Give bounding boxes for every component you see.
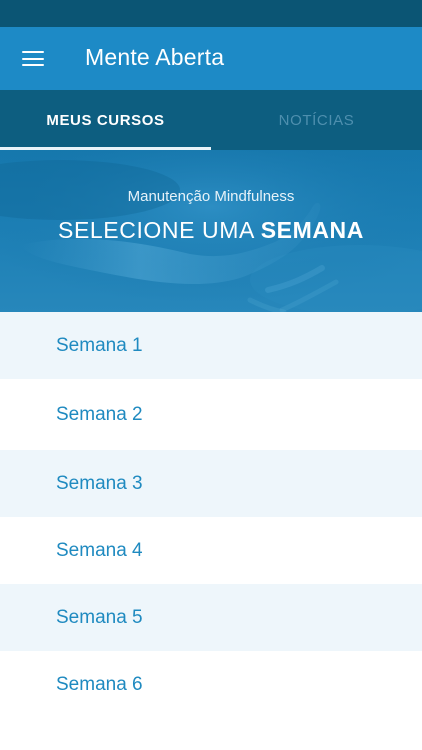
list-item-week-6[interactable]: Semana 6 bbox=[0, 651, 422, 718]
list-item-week-5[interactable]: Semana 5 bbox=[0, 584, 422, 651]
course-name: Manutenção Mindfulness bbox=[127, 188, 295, 205]
week-label: Semana 5 bbox=[56, 606, 143, 628]
list-item-week-3[interactable]: Semana 3 bbox=[0, 450, 422, 517]
menu-line-middle bbox=[22, 57, 44, 60]
tab-news[interactable]: NOTÍCIAS bbox=[211, 90, 422, 150]
list-item-week-1[interactable]: Semana 1 bbox=[0, 312, 422, 379]
week-label: Semana 4 bbox=[56, 539, 143, 561]
hero-heading-emphasis: SEMANA bbox=[260, 217, 364, 243]
hero-heading-prefix: SELECIONE UMA bbox=[58, 217, 254, 243]
week-label: Semana 2 bbox=[56, 403, 143, 425]
list-item-week-4[interactable]: Semana 4 bbox=[0, 517, 422, 584]
tab-news-label: NOTÍCIAS bbox=[278, 111, 355, 129]
tab-bar: MEUS CURSOS NOTÍCIAS bbox=[0, 90, 422, 150]
menu-line-top bbox=[22, 51, 44, 54]
tab-my-courses-label: MEUS CURSOS bbox=[46, 111, 165, 129]
hero-heading: SELECIONE UMA SEMANA bbox=[0, 217, 422, 244]
app-bar: Mente Aberta bbox=[0, 27, 422, 90]
week-label: Semana 3 bbox=[56, 472, 143, 494]
course-hero-banner: Manutenção Mindfulness SELECIONE UMA SEM… bbox=[0, 150, 422, 312]
week-list: Semana 1 Semana 2 Semana 3 Semana 4 Sema… bbox=[0, 312, 422, 718]
week-label: Semana 1 bbox=[56, 334, 143, 356]
tab-my-courses[interactable]: MEUS CURSOS bbox=[0, 90, 211, 150]
hamburger-menu-icon[interactable] bbox=[22, 51, 44, 67]
list-item-week-2[interactable]: Semana 2 bbox=[0, 379, 422, 450]
week-label: Semana 6 bbox=[56, 673, 143, 695]
menu-line-bottom bbox=[22, 64, 44, 67]
app-title: Mente Aberta bbox=[85, 44, 225, 70]
status-bar bbox=[0, 0, 422, 27]
